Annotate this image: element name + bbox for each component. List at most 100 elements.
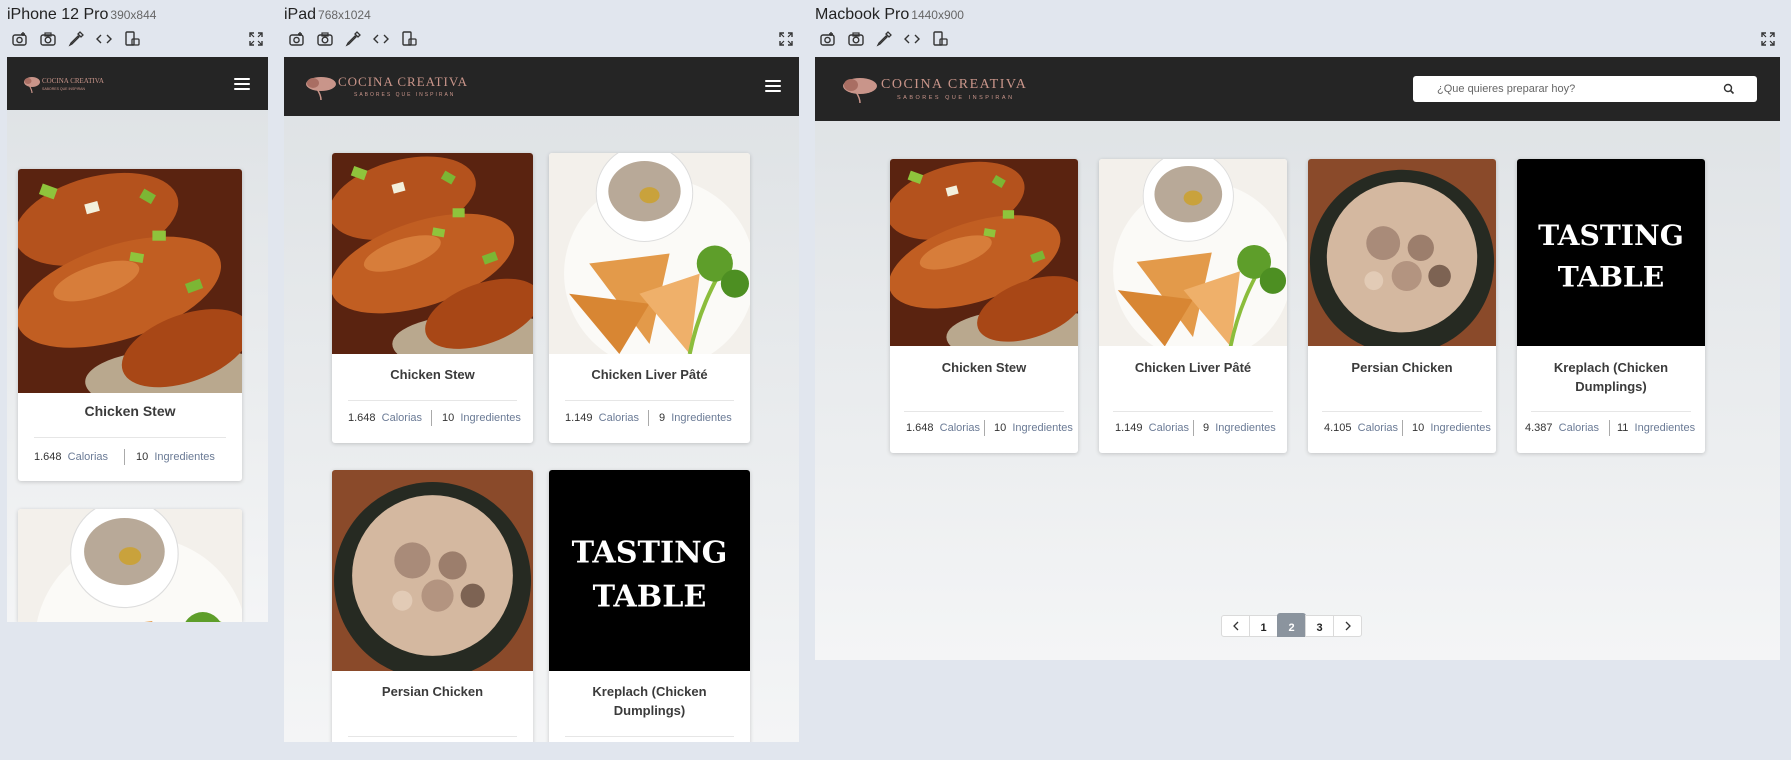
recipe-card[interactable]: Chicken Stew 1.648 Calorias 10 Ingredien…	[890, 159, 1078, 453]
recipe-title: Persian Chicken	[381, 684, 484, 699]
device-title: Macbook Pro 1440x900	[815, 6, 964, 23]
code-icon[interactable]	[903, 30, 921, 48]
recipe-card[interactable]	[18, 509, 242, 622]
device-title: iPhone 12 Pro 390x844	[7, 6, 157, 23]
recipe-image	[1099, 159, 1287, 346]
chevron-right-icon	[1345, 621, 1351, 631]
svg-text:SABORES QUE INSPIRAN: SABORES QUE INSPIRAN	[354, 92, 455, 98]
camera-icon[interactable]	[847, 30, 865, 48]
svg-text:TASTING: TASTING	[1538, 219, 1684, 252]
svg-text:SABORES QUE INSPIRAN: SABORES QUE INSPIRAN	[897, 95, 1015, 101]
photo-pate	[1099, 159, 1287, 346]
recipe-image	[18, 169, 242, 393]
prev-page-button[interactable]	[1221, 615, 1250, 637]
recipe-image: TASTING TABLE	[1517, 159, 1705, 346]
rotate-device-icon[interactable]	[931, 30, 949, 48]
separator	[1322, 411, 1482, 412]
recipe-card[interactable]: Chicken Liver Pâté 1.149 Calorias 9 Ingr…	[1099, 159, 1287, 453]
separator	[348, 400, 517, 401]
hamburger-menu-icon[interactable]	[765, 80, 781, 94]
site-header: COCINA CREATIVA SABORES QUE INSPIRAN	[7, 57, 268, 110]
rotate-device-icon[interactable]	[400, 30, 418, 48]
camera-icon[interactable]	[39, 30, 57, 48]
code-icon[interactable]	[372, 30, 390, 48]
rotate-device-icon[interactable]	[123, 30, 141, 48]
fullscreen-icon[interactable]	[1759, 30, 1777, 48]
recipe-title: Chicken Stew	[390, 367, 475, 382]
svg-text:TASTING: TASTING	[572, 535, 728, 570]
hamburger-menu-icon[interactable]	[234, 78, 250, 92]
device-title: iPad 768x1024	[284, 6, 371, 23]
separator	[904, 411, 1064, 412]
recipe-image	[18, 509, 242, 622]
separator	[34, 437, 226, 438]
svg-text:COCINA CREATIVA: COCINA CREATIVA	[338, 74, 468, 89]
separator	[565, 736, 734, 737]
photo-pate	[549, 153, 750, 354]
next-page-button[interactable]	[1333, 615, 1362, 637]
pagination: 1 2 3	[1221, 613, 1362, 637]
page-button-2[interactable]: 2	[1277, 613, 1306, 637]
camera-icon[interactable]	[316, 30, 334, 48]
macbook-viewport: COCINA CREATIVA SABORES QUE INSPIRAN Chi…	[815, 57, 1780, 660]
site-header: COCINA CREATIVA SABORES QUE INSPIRAN	[815, 57, 1780, 121]
recipe-card[interactable]: Persian Chicken 4.105 Calorias 10 Ingred…	[1308, 159, 1496, 453]
recipe-card[interactable]: Chicken Liver Pâté 1.149 Calorias 9 Ingr…	[549, 153, 750, 443]
search-icon[interactable]	[1723, 83, 1735, 95]
recipe-card[interactable]: TASTING TABLE Kreplach (Chicken Dumplings…	[1517, 159, 1705, 453]
photo-stew	[890, 159, 1078, 346]
separator	[348, 736, 517, 737]
site-header: COCINA CREATIVA SABORES QUE INSPIRAN	[284, 57, 799, 116]
iphone-viewport: COCINA CREATIVA SABORES QUE INSPIRAN Chi…	[7, 57, 268, 622]
recipe-image	[890, 159, 1078, 346]
device-toolbar	[284, 30, 799, 52]
recipe-image: TASTING TABLE	[549, 470, 750, 671]
site-logo[interactable]: COCINA CREATIVA SABORES QUE INSPIRAN	[304, 74, 494, 100]
screenshot-alt-icon[interactable]	[819, 30, 837, 48]
ipad-viewport: COCINA CREATIVA SABORES QUE INSPIRAN Chi…	[284, 57, 799, 742]
photo-persian	[332, 470, 533, 671]
recipe-image	[332, 153, 533, 354]
recipe-image	[549, 153, 750, 354]
svg-text:SABORES QUE INSPIRAN: SABORES QUE INSPIRAN	[42, 87, 85, 91]
photo-tasting: TASTING TABLE	[549, 470, 750, 671]
recipe-image	[1308, 159, 1496, 346]
recipe-title: Chicken Liver Pâté	[591, 367, 708, 382]
photo-stew	[332, 153, 533, 354]
separator	[1531, 411, 1691, 412]
recipe-card[interactable]: Chicken Stew 1.648 Calorias 10 Ingredien…	[332, 153, 533, 443]
recipe-title: Persian Chicken	[1351, 360, 1453, 375]
recipe-title: Kreplach (Chicken Dumplings)	[1553, 360, 1669, 394]
page-button-3[interactable]: 3	[1305, 615, 1334, 637]
screenshot-alt-icon[interactable]	[11, 30, 29, 48]
svg-text:COCINA CREATIVA: COCINA CREATIVA	[881, 77, 1027, 92]
recipe-image	[332, 470, 533, 671]
chevron-left-icon	[1232, 621, 1238, 631]
eyedropper-icon[interactable]	[344, 30, 362, 48]
fullscreen-icon[interactable]	[247, 30, 265, 48]
eyedropper-icon[interactable]	[67, 30, 85, 48]
photo-pate	[18, 509, 242, 622]
device-toolbar	[815, 30, 1781, 52]
svg-text:TABLE: TABLE	[1558, 260, 1664, 293]
recipe-card[interactable]: TASTING TABLE Kreplach (Chicken Dumplings…	[549, 470, 750, 742]
code-icon[interactable]	[95, 30, 113, 48]
search-input[interactable]	[1437, 76, 1717, 102]
page-button-1[interactable]: 1	[1249, 615, 1278, 637]
fullscreen-icon[interactable]	[777, 30, 795, 48]
eyedropper-icon[interactable]	[875, 30, 893, 48]
device-toolbar	[7, 30, 269, 52]
recipe-card[interactable]: Chicken Stew 1.648 Calorias 10 Ingredien…	[18, 169, 242, 481]
recipe-title: Kreplach (Chicken Dumplings)	[592, 684, 707, 718]
photo-stew	[18, 169, 242, 393]
photo-persian	[1308, 159, 1496, 346]
search-box	[1413, 76, 1757, 102]
site-logo[interactable]: COCINA CREATIVA SABORES QUE INSPIRAN	[841, 75, 1071, 103]
site-logo[interactable]: COCINA CREATIVA SABORES QUE INSPIRAN	[23, 75, 115, 93]
svg-text:COCINA CREATIVA: COCINA CREATIVA	[42, 77, 104, 85]
separator	[1113, 411, 1273, 412]
recipe-title: Chicken Liver Pâté	[1134, 360, 1252, 375]
recipe-title: Chicken Stew	[941, 360, 1027, 375]
recipe-card[interactable]: Persian Chicken	[332, 470, 533, 742]
screenshot-alt-icon[interactable]	[288, 30, 306, 48]
